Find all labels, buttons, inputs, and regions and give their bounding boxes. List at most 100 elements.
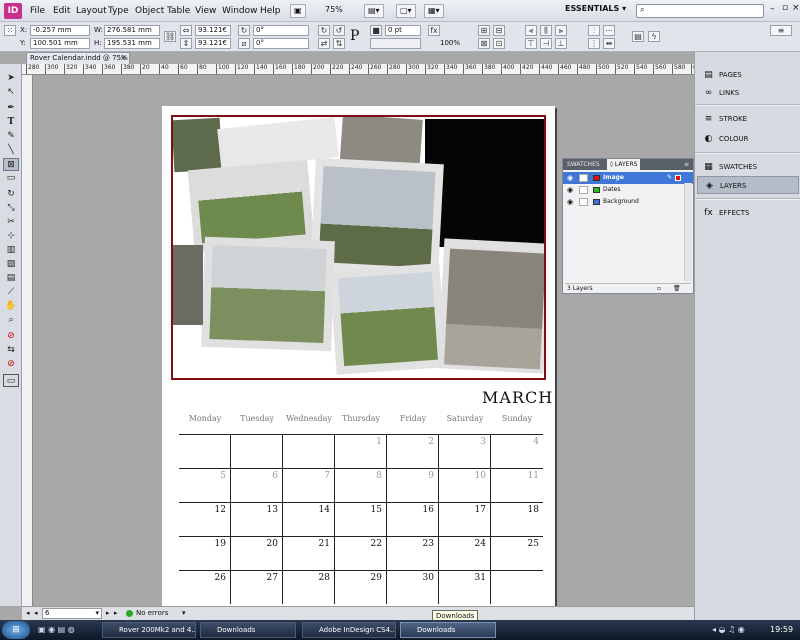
scissors-tool-icon[interactable]: ✂ [3,216,19,229]
quicklaunch-icons[interactable]: ▣ ◉ ▤ ◍ [38,625,75,634]
delete-layer-icon[interactable]: 🗑 [673,284,681,294]
close-button[interactable]: × [792,3,800,13]
width-field[interactable]: 276.581 mm [104,25,160,36]
pen-tool-icon[interactable]: ✒ [3,102,19,115]
maximize-button[interactable]: ▫ [782,3,788,13]
menu-object[interactable]: Object [135,6,164,16]
arrange-icon[interactable]: ▤ [632,31,644,42]
image-frame[interactable] [171,115,546,380]
rectangle-tool-icon[interactable]: ▭ [3,172,19,185]
spacing-icon[interactable]: ⇹ [603,38,615,49]
stroke-weight-field[interactable]: 0 pt [385,25,421,36]
shear-field[interactable]: 0° [253,38,309,49]
first-page-icon[interactable]: ◂ [26,609,30,617]
menu-help[interactable]: Help [260,6,281,16]
workspace-switcher[interactable]: ESSENTIALS ▾ [565,4,626,13]
screen-mode-icon[interactable]: ▭ [3,374,19,387]
vertical-ruler[interactable] [22,75,33,606]
document-tab[interactable]: Rover Calendar.indd @ 75% × [26,52,130,64]
free-transform-tool-icon[interactable]: ⊹ [3,230,19,243]
hand-tool-icon[interactable]: ✋ [3,300,19,313]
bridge-button[interactable]: ▣ [290,4,306,18]
menu-table[interactable]: Table [167,6,190,16]
scale-y-field[interactable]: 93.121€ [195,38,231,49]
lock-toggle[interactable] [579,174,588,182]
x-field[interactable]: -0.257 mm [30,25,90,36]
zoom-level[interactable]: 75% [322,4,346,18]
lock-toggle[interactable] [579,186,588,194]
close-tab-icon[interactable]: × [120,53,126,64]
rectangle-frame-tool-icon[interactable]: ⊠ [3,158,19,171]
distribute-h-icon[interactable]: ⋯ [603,25,615,36]
align-middle-icon[interactable]: ⊣ [540,38,552,49]
height-field[interactable]: 195.531 mm [104,38,160,49]
type-tool-icon[interactable]: T [3,116,19,129]
fill-frame-icon[interactable]: ⊠ [478,38,490,49]
flip-vertical-icon[interactable]: ⇅ [333,38,345,49]
taskbar-button[interactable]: Adobe InDesign CS4... [302,622,396,638]
zoom-tool-icon[interactable]: ⌕ [3,314,19,327]
menu-layout[interactable]: Layout [76,6,107,16]
search-input[interactable]: ⌕ [636,4,764,18]
fill-stroke-swatch-icon[interactable]: ⊘ [3,330,19,343]
horizontal-ruler[interactable]: 280 300 320 340 360 380 20 40 60 80 100 120 140 160 18… [22,64,694,75]
effects-icon[interactable]: fx [428,25,440,36]
menu-file[interactable]: File [30,6,45,16]
page-number-field[interactable]: 6 ▾ [42,608,102,619]
gradient-tool-icon[interactable]: ▥ [3,244,19,257]
distribute-v-icon[interactable]: ⋮ [588,38,600,49]
menu-type[interactable]: Type [108,6,129,16]
tab-layers[interactable]: ◊ LAYERS [607,159,641,170]
view-options-button[interactable]: ▤▾ [364,4,384,18]
constrain-proportions-icon[interactable]: ⛓ [164,31,176,42]
eye-icon[interactable]: ◉ [567,198,576,206]
panel-menu-icon[interactable]: ≡ [684,159,689,170]
preflight-status-text[interactable]: No errors [136,609,168,617]
panel-menu-icon[interactable]: ≡ [770,25,792,36]
panel-tab-layers[interactable]: ◈ LAYERS [697,176,799,194]
eyedropper-tool-icon[interactable]: ⟋ [3,286,19,299]
start-button[interactable]: ⊞ [2,621,30,639]
note-tool-icon[interactable]: ▤ [3,272,19,285]
scale-x-field[interactable]: 93.121€ [195,25,231,36]
selection-tool-icon[interactable]: ➤ [3,72,19,85]
layer-row[interactable]: ◉ Image ✎ [563,172,693,184]
swap-colors-icon[interactable]: ⇆ [3,344,19,357]
arrange-documents-button[interactable]: ▦▾ [424,4,444,18]
line-tool-icon[interactable]: ╲ [3,144,19,157]
align-bottom-icon[interactable]: ⊥ [555,38,567,49]
align-right-icon[interactable]: ⫸ [555,25,567,36]
taskbar-button[interactable]: Rover 200Mk2 and 4... [102,622,196,638]
screen-mode-button[interactable]: ▢▾ [396,4,416,18]
tab-swatches[interactable]: SWATCHES [567,159,600,170]
new-layer-icon[interactable]: ▫ [657,284,661,294]
menu-edit[interactable]: Edit [53,6,70,16]
fill-icon[interactable]: ■ [370,25,382,36]
next-page-icon[interactable]: ▸ [106,609,110,617]
menu-window[interactable]: Window [222,6,258,16]
rotate-cw-icon[interactable]: ↻ [318,25,330,36]
minimize-button[interactable]: – [770,4,775,14]
layer-row[interactable]: ◉ Dates [563,184,693,196]
center-content-icon[interactable]: ⊡ [493,38,505,49]
direct-selection-tool-icon[interactable]: ↖ [3,86,19,99]
fit-content-icon[interactable]: ⊞ [478,25,490,36]
align-top-icon[interactable]: ⊤ [525,38,537,49]
opacity-field[interactable]: 100% [440,39,460,47]
panel-tab-effects[interactable]: fx EFFECTS [697,204,799,222]
taskbar-button[interactable]: Downloads [200,622,296,638]
scrollbar[interactable] [684,183,692,281]
chevron-down-icon[interactable]: ▾ [182,609,186,617]
apply-none-icon[interactable]: ⊘ [3,358,19,371]
panel-tab-pages[interactable]: ▤ PAGES [697,66,799,84]
taskbar-button[interactable]: Downloads [400,622,496,638]
rotate-ccw-icon[interactable]: ↺ [333,25,345,36]
flip-horizontal-icon[interactable]: ⇄ [318,38,330,49]
distribute-icon[interactable]: ⫶ [588,25,600,36]
pencil-tool-icon[interactable]: ✎ [3,130,19,143]
menu-view[interactable]: View [195,6,216,16]
fit-frame-icon[interactable]: ⊟ [493,25,505,36]
eye-icon[interactable]: ◉ [567,186,576,194]
reference-point-icon[interactable]: ⁙ [4,25,16,36]
rotate-field[interactable]: 0° [253,25,309,36]
